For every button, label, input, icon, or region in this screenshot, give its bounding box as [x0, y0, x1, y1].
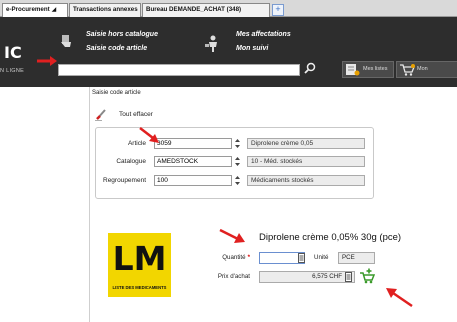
- regroupement-label: Regroupement: [103, 177, 146, 184]
- brand-logo: IC: [4, 43, 22, 62]
- document-hand-icon: [61, 35, 71, 47]
- logo-text: LM: [112, 239, 167, 278]
- mes-listes-label: Mes listes: [363, 66, 388, 72]
- stepper-icon[interactable]: [234, 175, 241, 186]
- tab-bar: e-Procurement ◢ Transactions annexes Bure…: [0, 0, 457, 17]
- mon-panier-label: Mon: [417, 66, 428, 72]
- annotation-arrow-icon: [219, 228, 245, 243]
- person-icon: [205, 35, 217, 52]
- stepper-icon[interactable]: [234, 138, 241, 149]
- catalogue-description: 10 - Méd. stockés: [247, 156, 365, 167]
- product-title: Diprolene crème 0,05% 30g (pce): [259, 232, 402, 243]
- tab-bureau-demande-achat[interactable]: Bureau DEMANDE_ACHAT (348): [142, 3, 270, 17]
- tab-close-icon[interactable]: ◢: [52, 6, 57, 13]
- unite-label: Unité: [314, 254, 329, 261]
- stepper-icon[interactable]: [234, 156, 241, 167]
- annotation-arrow-icon: [386, 288, 413, 308]
- page-title: Saisie code article: [92, 90, 141, 96]
- eraser-icon: [95, 109, 106, 121]
- regroupement-field[interactable]: [154, 175, 232, 186]
- tab-label: e-Procurement: [6, 6, 50, 13]
- logo-subtitle: LISTE DES MEDICAMENTS: [112, 285, 167, 290]
- app-header: IC N LIGNE Saisie hors catalogue Saisie …: [0, 17, 457, 87]
- calculator-icon: [345, 272, 352, 282]
- article-description: Diprolene crème 0,05: [247, 138, 365, 149]
- menu-saisie-hors-catalogue[interactable]: Saisie hors catalogue: [86, 31, 158, 38]
- mon-panier-button[interactable]: Mon: [396, 61, 457, 78]
- search-icon[interactable]: [304, 62, 316, 74]
- prix-value-text: 6,575 CHF: [312, 273, 342, 280]
- annotation-arrow-icon: [139, 127, 159, 143]
- search-input[interactable]: [58, 64, 300, 76]
- liste-medicaments-logo: LM LISTE DES MEDICAMENTS: [108, 233, 171, 297]
- article-field[interactable]: [154, 138, 232, 149]
- tab-transactions-annexes[interactable]: Transactions annexes: [69, 3, 141, 17]
- prix-label: Prix d'achat: [217, 273, 250, 280]
- article-label: Article: [127, 140, 146, 147]
- catalogue-field[interactable]: [154, 156, 232, 167]
- tab-label: Transactions annexes: [73, 6, 138, 13]
- menu-mon-suivi[interactable]: Mon suivi: [236, 45, 268, 52]
- quantite-label-text: Quantité: [222, 254, 246, 261]
- tab-e-procurement[interactable]: e-Procurement ◢: [2, 3, 68, 17]
- list-icon: [346, 64, 360, 76]
- quantite-label: Quantité *: [190, 254, 250, 261]
- catalogue-label: Catalogue: [116, 158, 146, 165]
- clear-all-label: Tout effacer: [119, 111, 153, 118]
- left-divider: [89, 87, 90, 322]
- brand-subtitle: N LIGNE: [0, 68, 25, 74]
- prix-value: 6,575 CHF: [259, 271, 355, 283]
- regroupement-description: Médicaments stockés: [247, 175, 365, 186]
- annotation-arrow-icon: [37, 56, 57, 66]
- add-to-cart-icon[interactable]: [359, 268, 375, 284]
- required-mark: *: [247, 254, 250, 261]
- calculator-icon[interactable]: [298, 253, 305, 263]
- clear-all-button[interactable]: Tout effacer: [95, 108, 153, 121]
- tab-label: Bureau DEMANDE_ACHAT (348): [146, 6, 242, 13]
- menu-saisie-code-article[interactable]: Saisie code article: [86, 45, 147, 52]
- new-tab-button[interactable]: +: [272, 4, 284, 16]
- mes-listes-button[interactable]: Mes listes: [342, 61, 394, 78]
- cart-icon: [400, 64, 415, 76]
- unite-value: PCE: [338, 252, 375, 264]
- menu-mes-affectations[interactable]: Mes affectations: [236, 31, 291, 38]
